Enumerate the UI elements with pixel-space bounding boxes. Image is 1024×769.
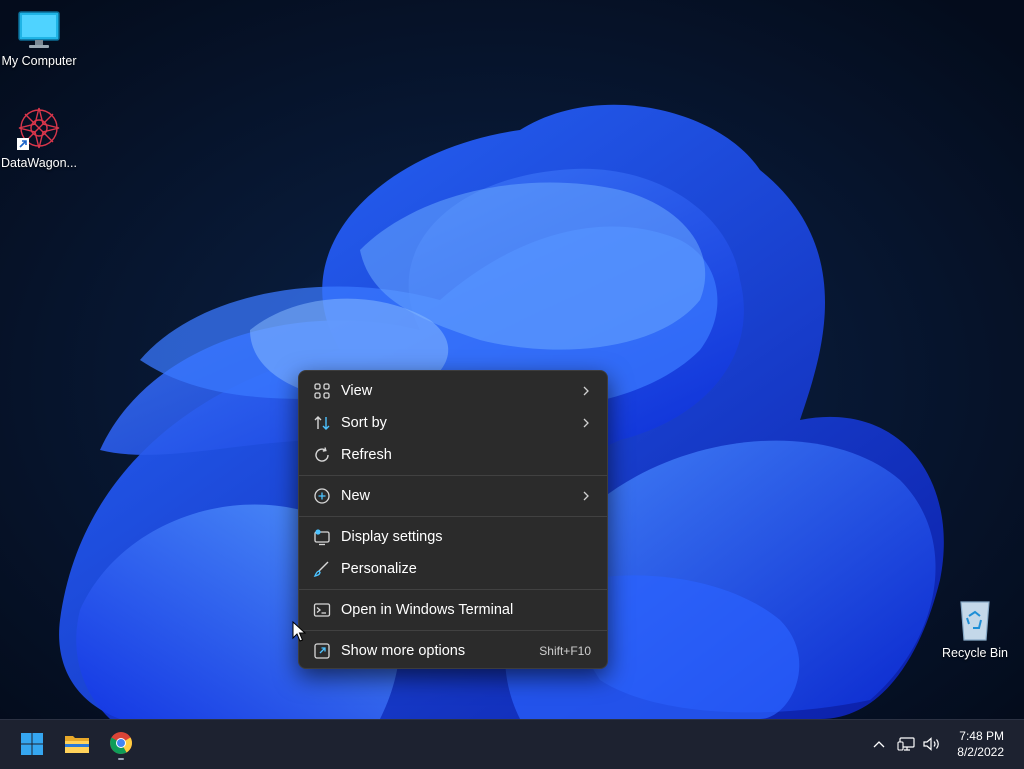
chevron-right-icon — [583, 491, 589, 501]
start-button[interactable] — [14, 726, 50, 762]
menu-item-refresh[interactable]: Refresh — [303, 440, 603, 470]
menu-separator — [299, 589, 607, 590]
plus-circle-icon — [314, 488, 330, 504]
menu-separator — [299, 630, 607, 631]
menu-item-personalize[interactable]: Personalize — [303, 554, 603, 584]
more-options-icon — [314, 643, 330, 659]
brush-icon — [313, 561, 329, 578]
desktop-context-menu: View Sort by Refresh New Display setting… — [298, 370, 608, 669]
view-grid-icon — [314, 383, 330, 399]
taskbar-chrome[interactable] — [103, 726, 139, 762]
menu-item-show-more-options[interactable]: Show more options Shift+F10 — [303, 636, 603, 666]
menu-item-label: Display settings — [341, 529, 443, 545]
taskbar: 7:48 PM 8/2/2022 — [0, 719, 1024, 769]
menu-item-label: View — [341, 383, 373, 399]
menu-item-new[interactable]: New — [303, 481, 603, 511]
clock-date: 8/2/2022 — [957, 745, 1004, 759]
menu-item-label: Show more options — [341, 643, 466, 659]
menu-item-open-terminal[interactable]: Open in Windows Terminal — [303, 595, 603, 625]
desktop-icon-datawagon[interactable]: DataWagon... — [0, 106, 81, 170]
sort-arrows-icon — [314, 416, 330, 430]
menu-item-view[interactable]: View — [303, 376, 603, 406]
volume-icon[interactable] — [922, 736, 942, 752]
refresh-icon — [315, 447, 329, 462]
menu-separator — [299, 516, 607, 517]
folder-icon — [65, 736, 89, 753]
chevron-right-icon — [583, 386, 589, 396]
chevron-right-icon — [583, 418, 589, 428]
chrome-icon — [110, 732, 132, 760]
taskbar-clock[interactable]: 7:48 PM 8/2/2022 — [957, 728, 1004, 760]
chevron-up-icon[interactable] — [872, 738, 886, 750]
desktop-icon-label: Recycle Bin — [942, 646, 1008, 660]
taskbar-file-explorer[interactable] — [59, 726, 95, 762]
desktop[interactable]: My Computer DataWagon... Recycle Bin Vie… — [0, 0, 1024, 719]
desktop-icon-recycle-bin[interactable]: Recycle Bin — [933, 598, 1017, 660]
display-settings-icon — [314, 529, 330, 546]
menu-separator — [299, 475, 607, 476]
menu-item-label: Sort by — [341, 415, 387, 431]
desktop-icon-my-computer[interactable]: My Computer — [0, 10, 81, 68]
windows-start-icon — [21, 733, 43, 755]
datawagon-logo-icon — [17, 107, 60, 150]
desktop-icon-label: My Computer — [1, 54, 77, 68]
shortcut-hint: Shift+F10 — [539, 644, 591, 658]
desktop-icon-label: DataWagon... — [1, 156, 77, 170]
menu-item-label: New — [341, 488, 371, 504]
menu-item-label: Personalize — [341, 561, 417, 577]
recycle-bin-icon — [960, 601, 990, 641]
menu-item-sort-by[interactable]: Sort by — [303, 408, 603, 438]
clock-time: 7:48 PM — [959, 729, 1004, 743]
menu-item-label: Refresh — [341, 447, 392, 463]
mouse-cursor-icon — [292, 621, 306, 642]
menu-item-display-settings[interactable]: Display settings — [303, 522, 603, 552]
menu-item-label: Open in Windows Terminal — [341, 602, 514, 618]
network-icon[interactable] — [897, 736, 917, 752]
terminal-icon — [313, 603, 331, 617]
monitor-icon — [18, 11, 60, 48]
